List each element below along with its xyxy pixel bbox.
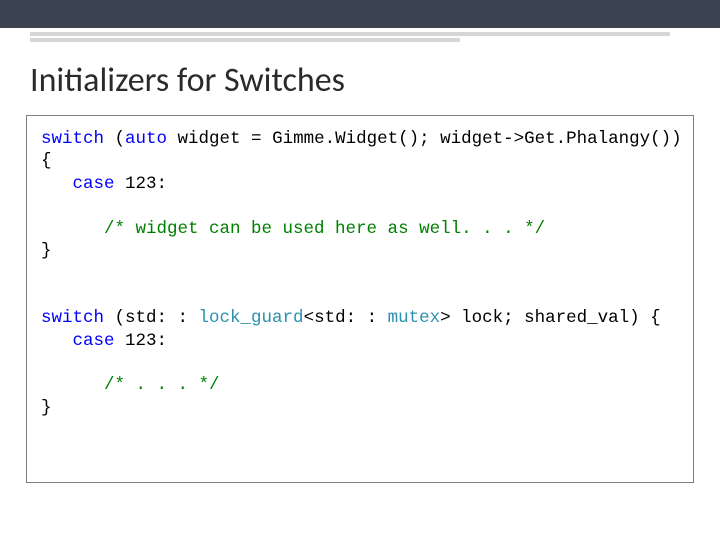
slide: Initializers for Switches switch (auto w…	[0, 0, 720, 540]
code-text: (	[104, 129, 125, 149]
kw-case-2: case	[73, 331, 115, 351]
divider-rule-2	[30, 38, 460, 42]
slide-title: Initializers for Switches	[30, 60, 720, 101]
kw-auto: auto	[125, 129, 167, 149]
code-block: switch (auto widget = Gimme.Widget(); wi…	[26, 115, 694, 483]
code-text: 123:	[115, 331, 168, 351]
code-text: <std: :	[304, 308, 388, 328]
code-indent	[41, 174, 73, 194]
type-mutex: mutex	[388, 308, 441, 328]
code-text: 123:	[115, 174, 168, 194]
kw-switch-1: switch	[41, 129, 104, 149]
type-lock-guard: lock_guard	[199, 308, 304, 328]
code-indent	[41, 219, 104, 239]
comment-1: /* widget can be used here as well. . . …	[104, 219, 545, 239]
kw-switch-2: switch	[41, 308, 104, 328]
code-text: widget = Gimme.Widget(); widget->Get.Pha…	[167, 129, 682, 149]
comment-2: /* . . . */	[104, 375, 220, 395]
code-text: > lock; shared_val) {	[440, 308, 661, 328]
code-indent	[41, 331, 73, 351]
divider-rule-1	[30, 32, 670, 36]
code-text: }	[41, 398, 52, 418]
code-text: }	[41, 241, 52, 261]
code-text: (std: :	[104, 308, 199, 328]
header-bar	[0, 0, 720, 28]
code-text: {	[41, 151, 52, 171]
code-indent	[41, 375, 104, 395]
kw-case-1: case	[73, 174, 115, 194]
